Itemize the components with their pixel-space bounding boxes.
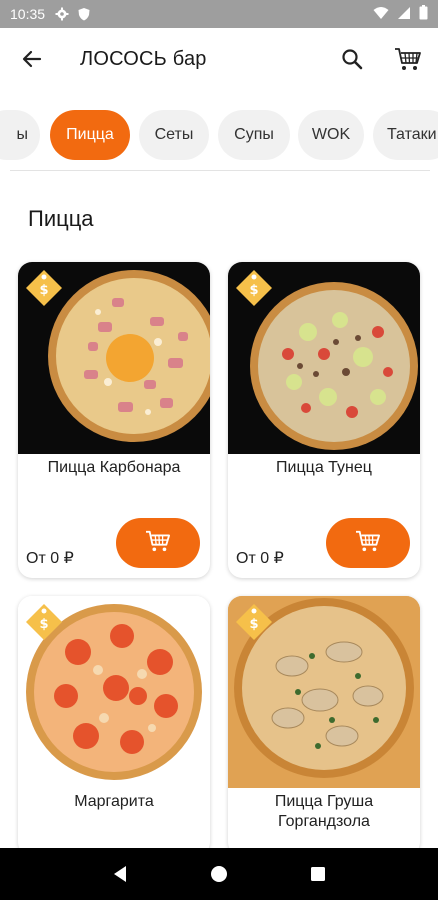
svg-text:$: $: [249, 617, 258, 632]
chip-category-tataki[interactable]: Татаки: [373, 110, 438, 160]
chip-label: Сеты: [154, 126, 194, 143]
section-title: Пицца: [28, 206, 94, 231]
chip-label: ы: [16, 126, 29, 143]
wifi-icon: [373, 6, 389, 23]
arrow-left-icon[interactable]: [12, 39, 52, 79]
product-card[interactable]: $ Маргарита: [18, 596, 210, 856]
product-card[interactable]: $ Пицца Карбонара От 0 ₽: [18, 262, 210, 578]
status-time: 10:35: [10, 6, 46, 22]
page-title: ЛОСОСЬ бар: [80, 47, 207, 70]
sale-tag-icon: $: [234, 268, 274, 308]
chip-label: Пицца: [66, 126, 114, 143]
battery-icon: [419, 5, 428, 23]
chip-label: WOK: [311, 126, 351, 143]
product-price: От 0 ₽: [236, 550, 284, 567]
add-to-cart-button[interactable]: [326, 518, 410, 568]
status-right-icons: [373, 5, 428, 23]
chip-category-partial[interactable]: ы: [0, 110, 40, 160]
search-icon[interactable]: [332, 39, 372, 79]
sale-tag-icon: $: [24, 268, 64, 308]
product-price: От 0 ₽: [26, 550, 74, 567]
home-circle-icon[interactable]: [199, 854, 239, 894]
product-name: Пицца Карбонара: [47, 459, 181, 476]
signal-icon: [397, 6, 411, 23]
app-bar-actions: [332, 39, 428, 79]
gear-icon: [55, 7, 69, 21]
product-name: Пицца Груша Горгандзола: [274, 793, 374, 830]
chip-category-pizza[interactable]: Пицца: [50, 110, 130, 160]
product-name: Маргарита: [74, 793, 154, 810]
status-bar: 10:35: [0, 0, 438, 28]
chips-divider: [10, 170, 430, 171]
chip-category-wok[interactable]: WOK: [298, 110, 364, 160]
sale-tag-icon: $: [234, 602, 274, 642]
shopping-cart-icon: [145, 529, 171, 558]
product-card[interactable]: $ Пицца Груша Горгандзола: [228, 596, 420, 856]
app-bar: ЛОСОСЬ бар: [0, 28, 438, 90]
product-name: Пицца Тунец: [276, 459, 372, 476]
sale-tag-icon: $: [24, 602, 64, 642]
product-card[interactable]: $ Пицца Тунец От 0 ₽: [228, 262, 420, 578]
add-to-cart-button[interactable]: [116, 518, 200, 568]
svg-text:$: $: [39, 617, 48, 632]
shield-icon: [77, 7, 91, 21]
svg-text:$: $: [39, 283, 48, 298]
recents-square-icon[interactable]: [298, 854, 338, 894]
shopping-cart-icon[interactable]: [388, 39, 428, 79]
category-chips: ы Пицца Сеты Супы WOK Татаки: [0, 104, 438, 164]
chip-label: Супы: [234, 126, 274, 143]
shopping-cart-icon: [355, 529, 381, 558]
system-nav-bar: [0, 848, 438, 900]
chip-category-soups[interactable]: Супы: [218, 110, 290, 160]
chip-category-sets[interactable]: Сеты: [139, 110, 209, 160]
back-triangle-icon[interactable]: [100, 854, 140, 894]
svg-text:$: $: [249, 283, 258, 298]
chip-label: Татаки: [387, 126, 437, 143]
